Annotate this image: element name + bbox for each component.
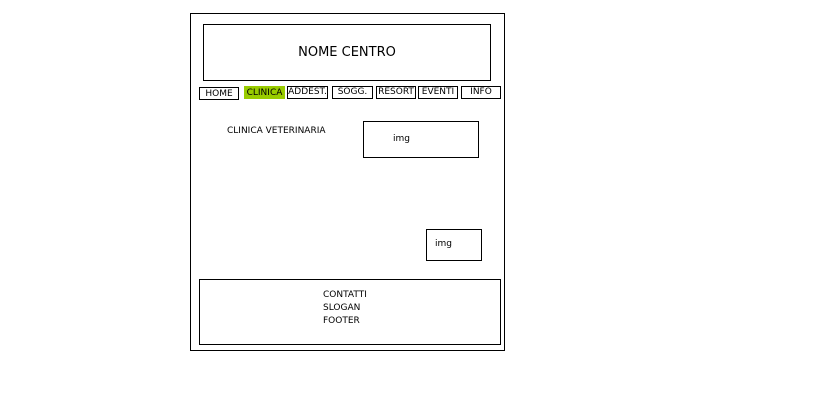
- nav-item-info[interactable]: INFO: [461, 86, 501, 99]
- nav-item-eventi[interactable]: EVENTI: [418, 86, 458, 99]
- footer-slogan: SLOGAN: [323, 303, 361, 313]
- site-title: NOME CENTRO: [298, 45, 396, 60]
- nav-item-sogg[interactable]: SOGG.: [332, 86, 373, 99]
- footer-contacts: CONTATTI: [323, 290, 367, 300]
- nav-item-resort[interactable]: RESORT: [376, 86, 416, 99]
- image-placeholder-label: img: [435, 239, 452, 249]
- section-title: CLINICA VETERINARIA: [227, 126, 326, 136]
- image-placeholder-label: img: [393, 134, 410, 144]
- image-placeholder-top: img: [363, 121, 479, 158]
- image-placeholder-bottom: img: [426, 229, 482, 261]
- site-footer: CONTATTI SLOGAN FOOTER: [199, 279, 501, 345]
- nav-item-clinica[interactable]: CLINICA: [244, 86, 285, 99]
- site-header: NOME CENTRO: [203, 24, 491, 81]
- footer-label: FOOTER: [323, 316, 360, 326]
- nav-item-addest[interactable]: ADDEST.: [287, 86, 328, 99]
- footer-text: CONTATTI SLOGAN FOOTER: [323, 289, 367, 328]
- nav-item-home[interactable]: HOME: [199, 87, 239, 100]
